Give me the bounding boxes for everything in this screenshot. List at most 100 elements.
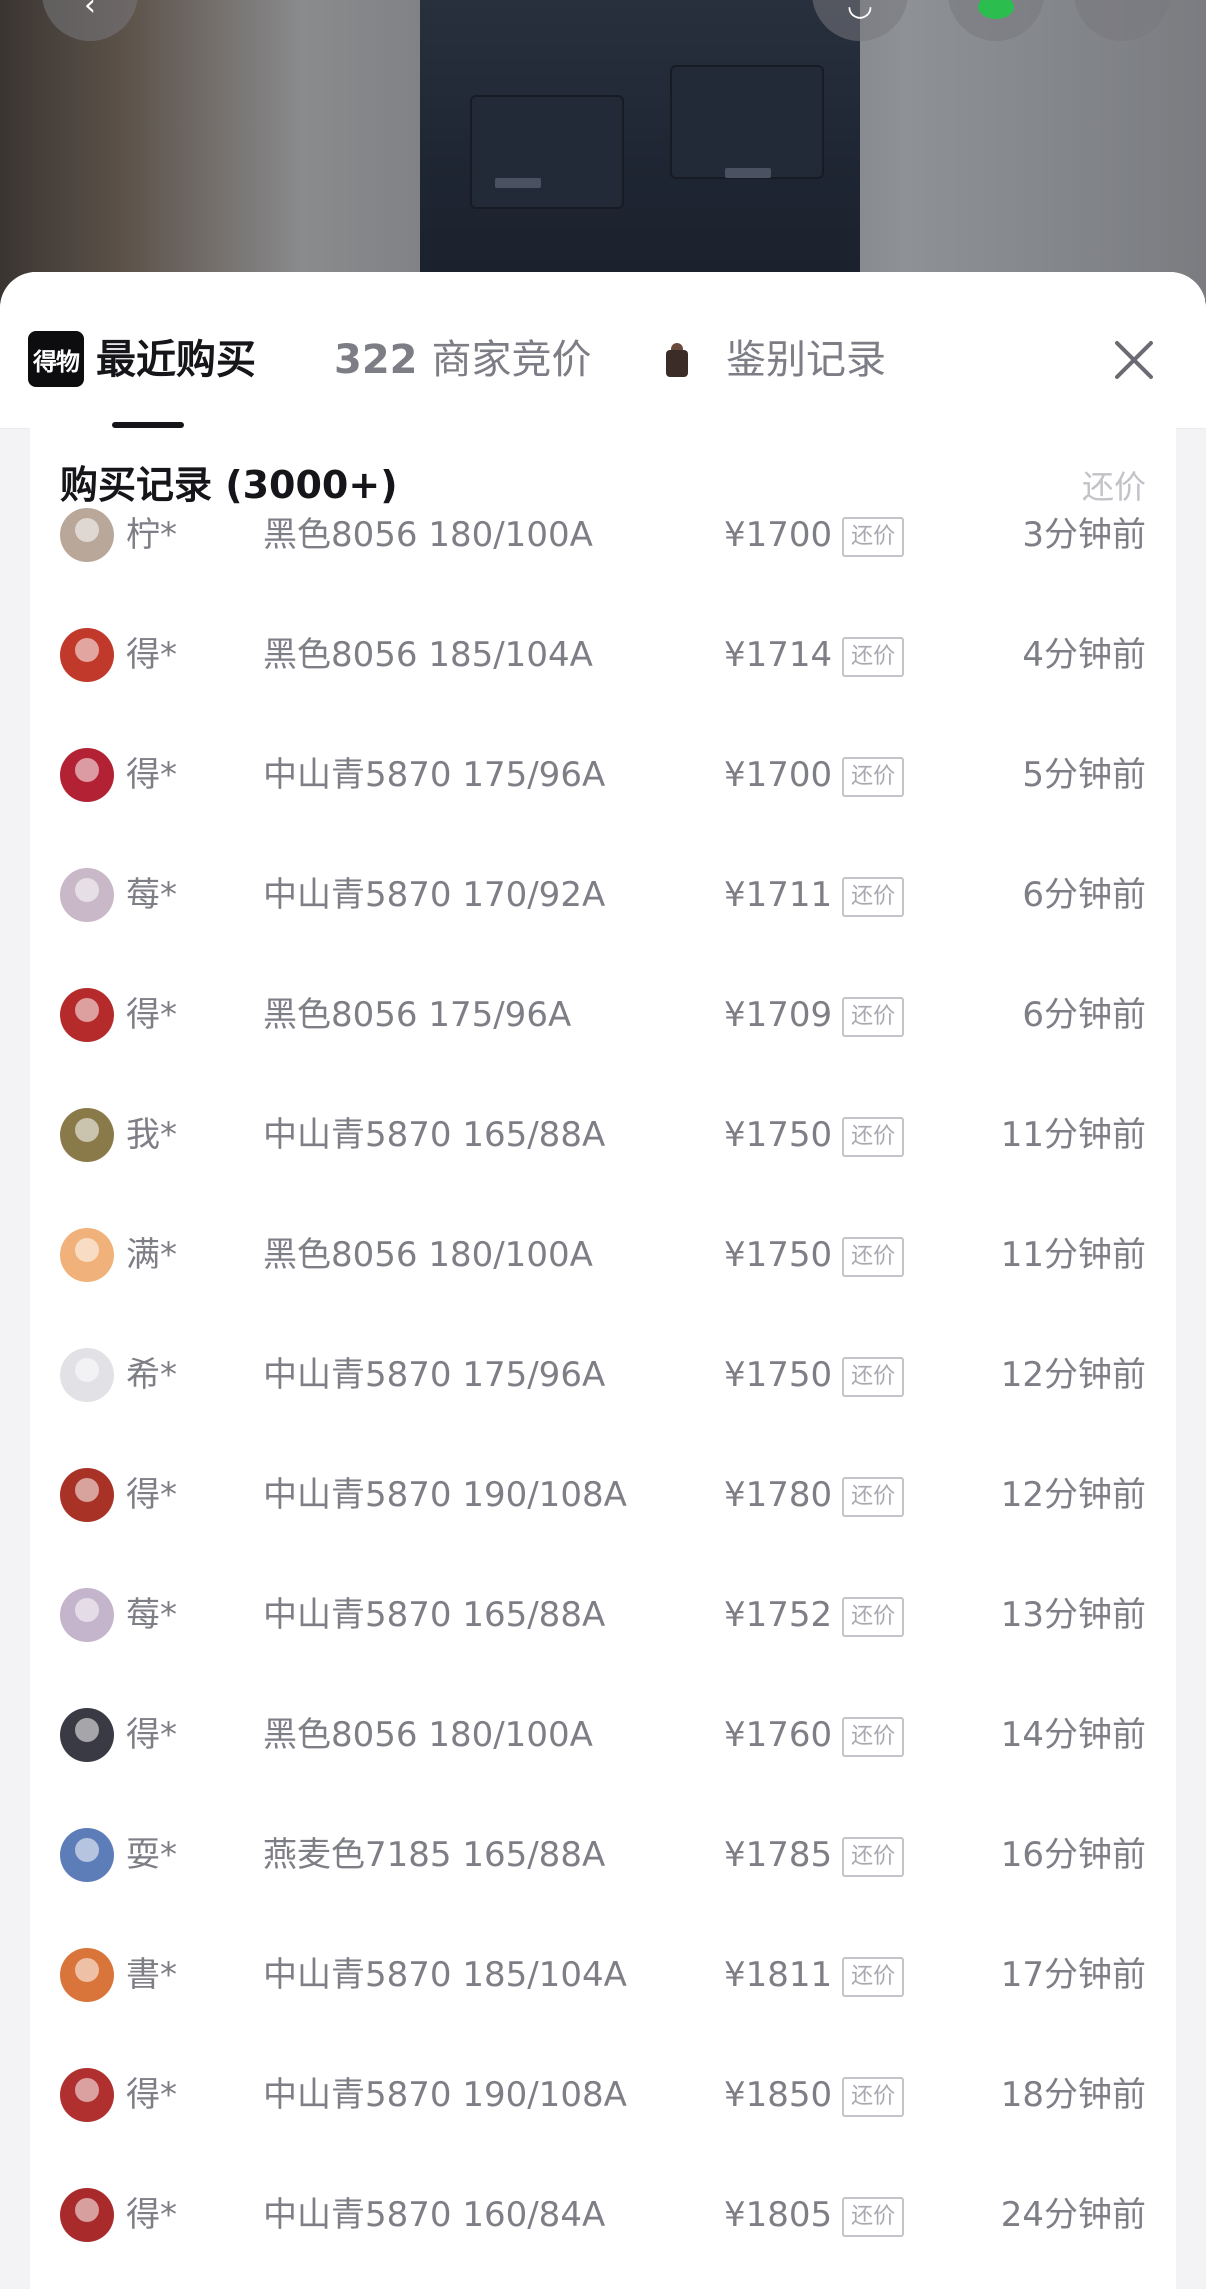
product-spec: 中山青5870 160/84A: [263, 2195, 606, 2235]
record-row: 莓* 中山青5870 170/92A ¥1711 还价 6分钟前: [30, 835, 1176, 955]
record-row: 得* 黑色8056 185/104A ¥1714 还价 4分钟前: [30, 595, 1176, 715]
purchase-price: ¥1805: [724, 2195, 833, 2235]
back-button[interactable]: ‹: [42, 0, 138, 41]
tab-authentication-records[interactable]: 鉴别记录: [666, 332, 886, 388]
counter-offer-tag[interactable]: 还价: [842, 757, 905, 797]
record-row: 得* 黑色8056 175/96A ¥1709 还价 6分钟前: [30, 955, 1176, 1075]
product-spec: 中山青5870 175/96A: [263, 1355, 606, 1395]
product-spec: 中山青5870 190/108A: [263, 2075, 627, 2115]
buyer-name: 得*: [126, 1715, 177, 1755]
counter-offer-tag[interactable]: 还价: [842, 2197, 905, 2237]
purchase-price: ¥1711: [724, 875, 833, 915]
counter-offer-tag[interactable]: 还价: [842, 1237, 905, 1277]
record-row: 得* 中山青5870 190/108A ¥1780 还价 12分钟前: [30, 1435, 1176, 1555]
buyer-name: 满*: [126, 1235, 177, 1275]
counter-offer-tag[interactable]: 还价: [842, 877, 905, 917]
purchase-time: 11分钟前: [1000, 1235, 1146, 1275]
avatar: [60, 2188, 114, 2242]
avatar: [60, 1228, 114, 1282]
buyer-name: 莓*: [126, 1595, 177, 1635]
buyer-name: 柠*: [126, 515, 177, 555]
purchase-price: ¥1785: [724, 1835, 833, 1875]
buyer-name: 得*: [126, 755, 177, 795]
counter-offer-tag[interactable]: 还价: [842, 1717, 905, 1757]
purchase-time: 17分钟前: [1000, 1955, 1146, 1995]
close-icon[interactable]: [1108, 334, 1160, 386]
record-row: 柠* 黑色8056 180/100A ¥1700 还价 3分钟前: [30, 475, 1176, 595]
purchase-price: ¥1709: [724, 995, 833, 1035]
avatar: [60, 748, 114, 802]
avatar: [60, 868, 114, 922]
purchase-time: 24分钟前: [1000, 2195, 1146, 2235]
buyer-name: 耍*: [126, 1835, 177, 1875]
tab-recent-purchases[interactable]: 最近购买: [96, 332, 256, 388]
chevron-left-icon: ‹: [84, 0, 96, 23]
record-row: 满* 黑色8056 180/100A ¥1750 还价 11分钟前: [30, 1195, 1176, 1315]
purchase-time: 18分钟前: [1000, 2075, 1146, 2115]
wechat-share-button[interactable]: [948, 0, 1044, 41]
purchase-time: 6分钟前: [1022, 875, 1146, 915]
product-spec: 中山青5870 165/88A: [263, 1595, 606, 1635]
counter-offer-tag[interactable]: 还价: [842, 1837, 905, 1877]
purchase-price: ¥1850: [724, 2075, 833, 2115]
avatar: [60, 1708, 114, 1762]
counter-offer-tag[interactable]: 还价: [842, 1597, 905, 1637]
purchase-price: ¥1700: [724, 755, 833, 795]
product-spec: 黑色8056 180/100A: [263, 1715, 593, 1755]
purchase-price: ¥1811: [724, 1955, 833, 1995]
purchase-price: ¥1750: [724, 1355, 833, 1395]
product-spec: 中山青5870 170/92A: [263, 875, 606, 915]
product-spec: 中山青5870 190/108A: [263, 1475, 627, 1515]
buyer-name: 我*: [126, 1115, 177, 1155]
counter-offer-tag[interactable]: 还价: [842, 1477, 905, 1517]
product-spec: 中山青5870 175/96A: [263, 755, 606, 795]
dewu-logo: 得物: [28, 331, 84, 387]
product-spec: 黑色8056 180/100A: [263, 515, 593, 555]
purchase-price: ¥1700: [724, 515, 833, 555]
buyer-name: 得*: [126, 2075, 177, 2115]
purchase-time: 13分钟前: [1000, 1595, 1146, 1635]
record-row: 得* 中山青5870 190/108A ¥1850 还价 18分钟前: [30, 2035, 1176, 2155]
counter-offer-tag[interactable]: 还价: [842, 1357, 905, 1397]
wechat-icon: [978, 0, 1014, 19]
counter-offer-tag[interactable]: 还价: [842, 637, 905, 677]
buyer-name: 得*: [126, 2195, 177, 2235]
purchase-sheet: 得物 最近购买 322 商家竞价 鉴别记录 购买记录 (3000+) 还价 柠* 黑…: [0, 272, 1206, 2289]
counter-offer-tag[interactable]: 还价: [842, 1117, 905, 1157]
purchase-price: ¥1714: [724, 635, 833, 675]
tab-seller-bids[interactable]: 322 商家竞价: [334, 332, 592, 388]
purchase-time: 11分钟前: [1000, 1115, 1146, 1155]
bid-count: 322: [334, 337, 418, 383]
product-photo: ‹ ◡: [0, 0, 1206, 300]
record-row: 得* 中山青5870 175/96A ¥1700 还价 5分钟前: [30, 715, 1176, 835]
counter-offer-tag[interactable]: 还价: [842, 997, 905, 1037]
counter-offer-tag[interactable]: 还价: [842, 1957, 905, 1997]
avatar: [60, 1588, 114, 1642]
purchase-time: 4分钟前: [1022, 635, 1146, 675]
purchase-time: 16分钟前: [1000, 1835, 1146, 1875]
purchase-time: 14分钟前: [1000, 1715, 1146, 1755]
avatar: [60, 1948, 114, 2002]
avatar: [60, 1348, 114, 1402]
counter-offer-tag[interactable]: 还价: [842, 517, 905, 557]
buyer-name: 得*: [126, 635, 177, 675]
product-spec: 中山青5870 165/88A: [263, 1115, 606, 1155]
avatar: [60, 2068, 114, 2122]
avatar: [60, 628, 114, 682]
product-spec: 中山青5870 185/104A: [263, 1955, 627, 1995]
more-button[interactable]: [1074, 0, 1170, 41]
counter-offer-tag[interactable]: 还价: [842, 2077, 905, 2117]
buyer-name: 莓*: [126, 875, 177, 915]
sheet-tabs: 得物 最近购买 322 商家竞价 鉴别记录: [0, 272, 1206, 429]
product-spec: 黑色8056 180/100A: [263, 1235, 593, 1275]
purchase-records-card: 购买记录 (3000+) 还价 柠* 黑色8056 180/100A ¥1700 还价…: [30, 428, 1176, 2289]
headset-icon: ◡: [846, 0, 874, 23]
buyer-name: 得*: [126, 995, 177, 1035]
purchase-price: ¥1750: [724, 1115, 833, 1155]
record-row: 耍* 燕麦色7185 165/88A ¥1785 还价 16分钟前: [30, 1795, 1176, 1915]
buyer-name: 得*: [126, 1475, 177, 1515]
tab-authentication-label: 鉴别记录: [726, 337, 886, 383]
tab-seller-bids-label: 商家竞价: [431, 337, 592, 383]
purchase-price: ¥1760: [724, 1715, 833, 1755]
purchase-time: 12分钟前: [1000, 1355, 1146, 1395]
